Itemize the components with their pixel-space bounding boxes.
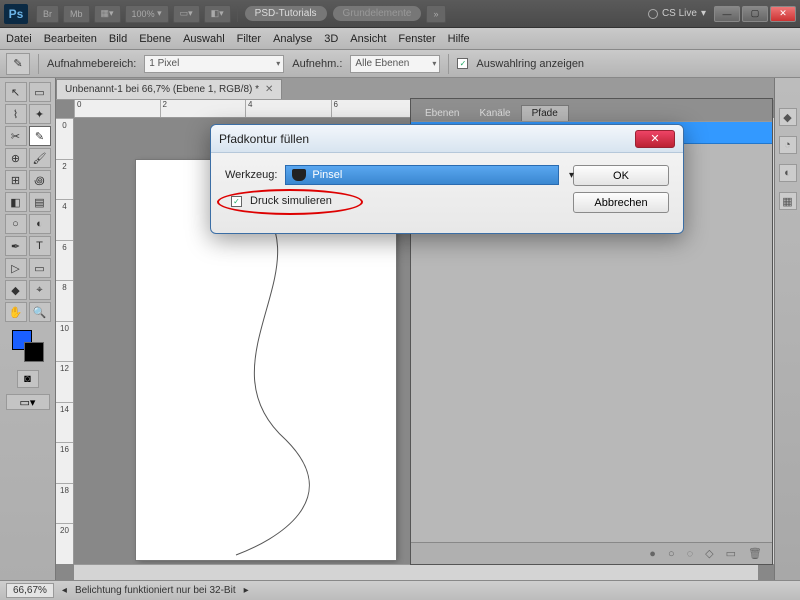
samplering-checkbox[interactable]: ✓ [457, 58, 468, 69]
screenmode-toolbox[interactable]: ▭▾ [6, 394, 50, 410]
menu-ebene[interactable]: Ebene [139, 33, 171, 45]
eyedropper-tool[interactable]: ✎ [29, 126, 51, 146]
bridge-button[interactable]: Br [36, 5, 59, 23]
eyedropper-icon[interactable]: ✎ [6, 53, 30, 75]
lasso-tool[interactable]: ⌇ [5, 104, 27, 124]
close-tab-icon[interactable]: ✕ [265, 84, 273, 95]
move-tool[interactable]: ↖ [5, 82, 27, 102]
3dcamera-tool[interactable]: ⌖ [29, 280, 51, 300]
tab-pfade[interactable]: Pfade [521, 105, 569, 121]
workspace-grundelemente[interactable]: Grundelemente [333, 6, 422, 21]
3d-tool[interactable]: ◆ [5, 280, 27, 300]
color-swatches[interactable] [12, 330, 44, 362]
brush-tool[interactable]: 🖌 [29, 148, 51, 168]
titlebar: Ps Br Mb ▦▾ 100% ▾ ▭▾ ◧▾ PSD-Tutorials G… [0, 0, 800, 28]
window-close[interactable]: ✕ [770, 6, 796, 22]
wand-tool[interactable]: ✦ [29, 104, 51, 124]
zoom-tool[interactable]: 🔍 [29, 302, 51, 322]
gradient-tool[interactable]: ▤ [29, 192, 51, 212]
tool-combo[interactable]: Pinsel [285, 165, 559, 185]
delete-path-icon[interactable]: 🗑 [748, 547, 762, 560]
adjustments-panel-icon[interactable]: ◐ [779, 164, 797, 182]
menu-filter[interactable]: Filter [237, 33, 261, 45]
dialog-titlebar[interactable]: Pfadkontur füllen ✕ [211, 125, 683, 153]
cslive[interactable]: CS Live▾ [648, 8, 706, 19]
tab-kanaele[interactable]: Kanäle [469, 106, 520, 121]
right-dock: ◆ ◔ ◐ ▦ [774, 78, 800, 580]
history-brush-tool[interactable]: ꩜ [29, 170, 51, 190]
pen-tool[interactable]: ✒ [5, 236, 27, 256]
screenmode-button[interactable]: ▦▾ [94, 5, 121, 23]
scrollbar-horizontal[interactable] [74, 564, 758, 580]
menu-datei[interactable]: Datei [6, 33, 32, 45]
menubar: Datei Bearbeiten Bild Ebene Auswahl Filt… [0, 28, 800, 50]
menu-auswahl[interactable]: Auswahl [183, 33, 225, 45]
window-minimize[interactable]: — [714, 6, 740, 22]
document-tabbar: Unbenannt-1 bei 66,7% (Ebene 1, RGB/8) *… [56, 78, 774, 100]
panel-footer: ● ○ ◌ ◇ ▭ 🗑 [411, 542, 772, 564]
simulate-pressure-label: Druck simulieren [250, 195, 332, 207]
sample-size-combo[interactable]: 1 Pixel [144, 55, 284, 73]
samplering-label: Auswahlring anzeigen [476, 58, 584, 70]
toolbox: ↖▭ ⌇✦ ✂✎ ⊕🖌 ⊞꩜ ◧▤ ○◐ ✒T ▷▭ ◆⌖ ✋🔍 ◙ ▭▾ [0, 78, 56, 580]
arrange-button[interactable]: ▭▾ [173, 5, 200, 23]
status-message: Belichtung funktioniert nur bei 32-Bit [75, 585, 236, 596]
marquee-tool[interactable]: ▭ [29, 82, 51, 102]
eraser-tool[interactable]: ◧ [5, 192, 27, 212]
menu-bearbeiten[interactable]: Bearbeiten [44, 33, 97, 45]
dialog-close-button[interactable]: ✕ [635, 130, 675, 148]
cancel-button[interactable]: Abbrechen [573, 192, 669, 213]
blur-tool[interactable]: ○ [5, 214, 27, 234]
path-select-tool[interactable]: ▷ [5, 258, 27, 278]
color-panel-icon[interactable]: ◔ [779, 136, 797, 154]
menu-hilfe[interactable]: Hilfe [448, 33, 470, 45]
stroke-path-icon[interactable]: ○ [668, 548, 675, 560]
optlabel-aufnehm: Aufnehm.: [292, 58, 342, 70]
app-logo: Ps [4, 4, 28, 24]
dodge-tool[interactable]: ◐ [29, 214, 51, 234]
swatches-panel-icon[interactable]: ◆ [779, 108, 797, 126]
status-zoom[interactable]: 66,67% [6, 583, 54, 598]
stroke-path-dialog: Pfadkontur füllen ✕ Werkzeug: Pinsel ✓ D… [210, 124, 684, 234]
brush-icon [292, 169, 306, 181]
menu-3d[interactable]: 3D [324, 33, 338, 45]
optlabel-aufnahmebereich: Aufnahmebereich: [47, 58, 136, 70]
status-arrow-left-icon[interactable]: ◂ [62, 585, 67, 596]
minibridge-button[interactable]: Mb [63, 5, 90, 23]
menu-analyse[interactable]: Analyse [273, 33, 312, 45]
background-swatch[interactable] [24, 342, 44, 362]
type-tool[interactable]: T [29, 236, 51, 256]
statusbar: 66,67% ◂ Belichtung funktioniert nur bei… [0, 580, 800, 600]
tool-label: Werkzeug: [225, 169, 277, 181]
crop-tool[interactable]: ✂ [5, 126, 27, 146]
sample-layers-combo[interactable]: Alle Ebenen [350, 55, 440, 73]
shape-tool[interactable]: ▭ [29, 258, 51, 278]
simulate-pressure-checkbox[interactable]: ✓ [231, 196, 242, 207]
proof-button[interactable]: ◧▾ [204, 5, 231, 23]
load-selection-icon[interactable]: ◌ [687, 548, 694, 560]
workspace-more[interactable]: » [426, 5, 445, 23]
menu-fenster[interactable]: Fenster [398, 33, 435, 45]
ok-button[interactable]: OK [573, 165, 669, 186]
document-tab[interactable]: Unbenannt-1 bei 66,7% (Ebene 1, RGB/8) *… [56, 79, 282, 99]
hand-tool[interactable]: ✋ [5, 302, 27, 322]
zoom-button[interactable]: 100% ▾ [125, 5, 169, 23]
new-path-icon[interactable]: ▭ [726, 547, 736, 560]
stamp-tool[interactable]: ⊞ [5, 170, 27, 190]
options-bar: ✎ Aufnahmebereich: 1 Pixel Aufnehm.: All… [0, 50, 800, 78]
styles-panel-icon[interactable]: ▦ [779, 192, 797, 210]
menu-bild[interactable]: Bild [109, 33, 127, 45]
fill-path-icon[interactable]: ● [649, 548, 656, 560]
status-arrow-right-icon[interactable]: ▸ [244, 585, 249, 596]
heal-tool[interactable]: ⊕ [5, 148, 27, 168]
ruler-vertical: 02468101214161820 [56, 118, 74, 564]
tab-ebenen[interactable]: Ebenen [415, 106, 469, 121]
window-maximize[interactable]: ▢ [742, 6, 768, 22]
quickmask-button[interactable]: ◙ [17, 370, 39, 388]
make-workpath-icon[interactable]: ◇ [705, 547, 713, 560]
menu-ansicht[interactable]: Ansicht [350, 33, 386, 45]
dialog-title: Pfadkontur füllen [219, 132, 309, 146]
workspace-psdtutorials[interactable]: PSD-Tutorials [245, 6, 327, 21]
